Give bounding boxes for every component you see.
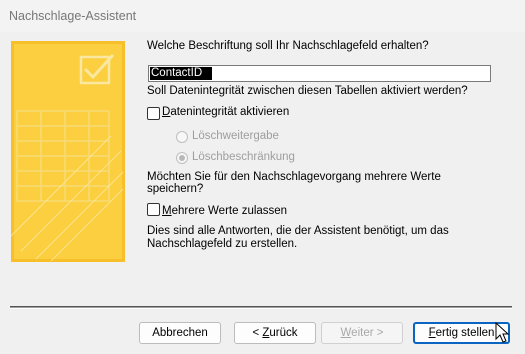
- multivalue-question-line1: Möchten Sie für den Nachschlagevorgang m…: [147, 171, 441, 183]
- restrict-delete-radio[interactable]: [176, 152, 188, 164]
- integrity-question: Soll Datenintegrität zwischen diesen Tab…: [147, 85, 468, 97]
- divider-highlight: [10, 308, 512, 309]
- final-note-line2: Nachschlagefeld zu erstellen.: [147, 238, 298, 250]
- cascade-delete-radio[interactable]: [176, 131, 188, 143]
- multivalue-checkbox-label[interactable]: Mehrere Werte zulassen: [162, 205, 287, 217]
- next-button[interactable]: Weiter >: [321, 322, 403, 344]
- caption-field[interactable]: [148, 65, 491, 82]
- integrity-checkbox-label[interactable]: Datenintegrität aktivieren: [162, 106, 289, 118]
- cascade-delete-label: Löschweitergabe: [192, 130, 279, 142]
- wizard-banner-image: [11, 41, 125, 262]
- multivalue-checkbox[interactable]: [147, 203, 160, 216]
- caption-input[interactable]: [150, 67, 212, 80]
- window-title: Nachschlage-Assistent: [9, 9, 137, 23]
- multivalue-question-line2: speichern?: [147, 183, 204, 195]
- integrity-checkbox[interactable]: [147, 107, 160, 120]
- back-button[interactable]: < Zurück: [234, 322, 316, 344]
- mouse-pointer-icon: [495, 322, 509, 343]
- final-note-line1: Dies sind alle Antworten, die der Assist…: [147, 225, 449, 237]
- title-bar: Nachschlage-Assistent: [0, 0, 525, 32]
- checklist-table-icon: [11, 53, 124, 262]
- restrict-delete-label: Löschbeschränkung: [192, 151, 295, 163]
- caption-question: Welche Beschriftung soll Ihr Nachschlage…: [147, 40, 429, 52]
- cancel-button[interactable]: Abbrechen: [139, 322, 221, 344]
